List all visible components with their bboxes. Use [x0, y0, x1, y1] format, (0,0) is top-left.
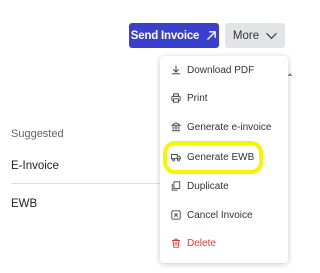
printer-icon	[171, 93, 181, 103]
menu-item-duplicate[interactable]: Duplicate	[171, 178, 229, 194]
menu-item-label: Duplicate	[187, 180, 229, 192]
suggested-section-label: Suggested	[11, 128, 64, 140]
bank-icon	[171, 122, 181, 132]
menu-item-label: Print	[187, 92, 208, 104]
menu-item-label: Generate e-invoice	[187, 121, 272, 133]
menu-item-label: Cancel Invoice	[187, 209, 253, 221]
arrow-up-right-icon	[207, 31, 217, 40]
copy-icon	[171, 181, 181, 191]
menu-item-generate-e-invoice[interactable]: Generate e-invoice	[171, 119, 272, 135]
send-invoice-label: Send Invoice	[130, 29, 200, 42]
menu-item-download-pdf[interactable]: Download PDF	[171, 62, 254, 78]
chevron-down-icon	[266, 32, 277, 39]
more-label: More	[232, 29, 260, 42]
menu-item-cancel-invoice[interactable]: Cancel Invoice	[171, 207, 253, 223]
highlight-box	[163, 141, 263, 174]
cancel-icon	[171, 210, 181, 220]
menu-item-label: Delete	[187, 237, 216, 249]
suggested-item-einvoice[interactable]: E-Invoice	[11, 160, 59, 172]
send-invoice-button[interactable]: Send Invoice	[129, 23, 219, 48]
menu-item-label: Download PDF	[187, 64, 255, 76]
more-button[interactable]: More	[225, 23, 285, 48]
menu-item-delete[interactable]: Delete	[171, 235, 216, 251]
trash-icon	[172, 238, 180, 248]
download-icon	[171, 65, 181, 75]
divider	[11, 183, 171, 184]
suggested-item-ewb[interactable]: EWB	[11, 198, 37, 210]
menu-item-print[interactable]: Print	[171, 90, 208, 106]
